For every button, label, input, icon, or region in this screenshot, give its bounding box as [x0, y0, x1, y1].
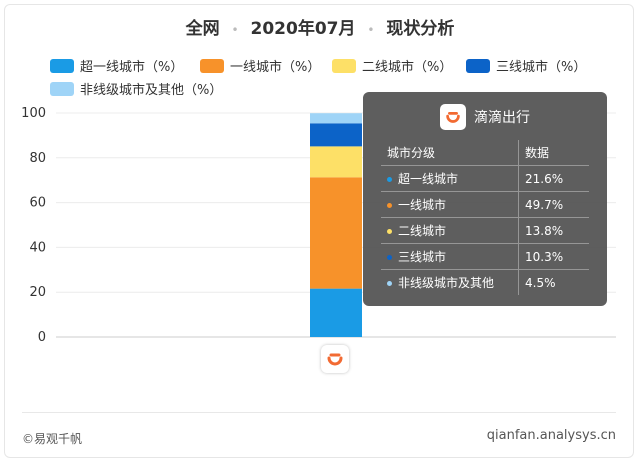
x-axis-category-didi-icon[interactable] — [321, 345, 349, 373]
y-tick-label: 60 — [29, 196, 46, 211]
chart-tooltip: 滴滴出行 城市分级 数据 超一线城市 21.6% 一线城市 49.7% 二线城市… — [363, 92, 607, 306]
tooltip-row: 非线级城市及其他 4.5% — [381, 269, 589, 295]
y-tick-label: 20 — [29, 285, 46, 300]
y-tick-label: 80 — [29, 151, 46, 166]
tooltip-dot — [387, 203, 392, 208]
tooltip-app-name: 滴滴出行 — [474, 110, 530, 126]
tooltip-row-value: 4.5% — [518, 269, 589, 295]
tooltip-row: 一线城市 49.7% — [381, 191, 589, 218]
bar-segment-4[interactable] — [310, 113, 362, 124]
tooltip-row: 三线城市 10.3% — [381, 243, 589, 270]
tooltip-col-header-value: 数据 — [518, 140, 589, 166]
tooltip-header-row: 城市分级 数据 — [381, 140, 589, 166]
tooltip-row-label: 一线城市 — [398, 198, 447, 212]
tooltip-dot — [387, 255, 392, 260]
y-tick-label: 40 — [29, 240, 46, 255]
tooltip-dot — [387, 229, 392, 234]
tooltip-header: 滴滴出行 — [363, 102, 607, 132]
tooltip-row-label: 非线级城市及其他 — [398, 276, 495, 290]
didi-logo-icon — [327, 353, 343, 366]
tooltip-row-label: 三线城市 — [398, 250, 447, 264]
footer-source: ©易观千帆 — [22, 432, 83, 446]
tooltip-col-header-tier: 城市分级 — [387, 146, 436, 160]
footer-divider — [22, 412, 616, 413]
tooltip-row-value: 21.6% — [518, 165, 589, 192]
bar-segment-2[interactable] — [310, 146, 362, 178]
footer-url[interactable]: qianfan.analysys.cn — [487, 428, 616, 443]
tooltip-row-label: 二线城市 — [398, 224, 447, 238]
tooltip-dot — [387, 281, 392, 286]
y-tick-label: 0 — [38, 330, 46, 345]
tooltip-row: 超一线城市 21.6% — [381, 165, 589, 192]
tooltip-row-value: 10.3% — [518, 243, 589, 270]
didi-logo-icon — [440, 104, 466, 130]
tooltip-row-value: 49.7% — [518, 191, 589, 218]
tooltip-table: 城市分级 数据 超一线城市 21.6% 一线城市 49.7% 二线城市 13.8… — [381, 140, 589, 295]
tooltip-row: 二线城市 13.8% — [381, 217, 589, 244]
tooltip-row-value: 13.8% — [518, 217, 589, 244]
tooltip-row-label: 超一线城市 — [398, 172, 459, 186]
y-tick-label: 100 — [21, 106, 46, 121]
bar-segment-1[interactable] — [310, 177, 362, 289]
bar-segment-3[interactable] — [310, 123, 362, 147]
bar-segment-0[interactable] — [310, 288, 362, 337]
tooltip-dot — [387, 177, 392, 182]
